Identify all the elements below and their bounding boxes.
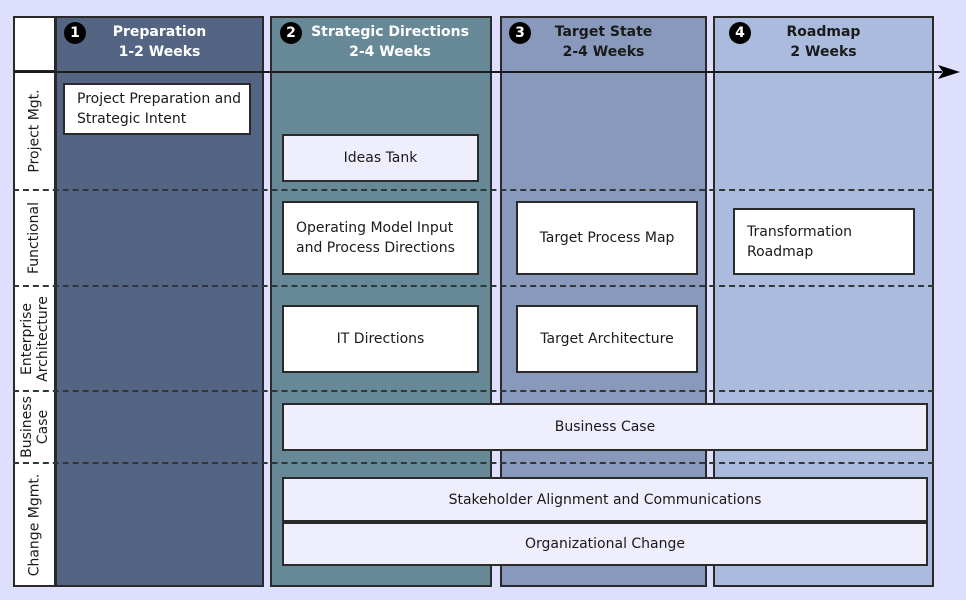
row-label-change-mgmt: Change Mgmt. — [26, 473, 43, 576]
deliverable-it-directions: IT Directions — [282, 305, 479, 373]
row-divider — [13, 462, 934, 464]
deliverable-project-preparation: Project Preparation and Strategic Intent — [63, 83, 251, 135]
row-divider — [13, 285, 934, 287]
arrow-right-icon — [14, 65, 960, 79]
phase-3-name: Target State — [554, 24, 653, 40]
phase-2-duration: 2-4 Weeks — [349, 44, 431, 60]
phase-2-name: Strategic Directions — [311, 24, 469, 40]
row-label-business-case: Business Case — [18, 396, 51, 458]
row-divider — [13, 189, 934, 191]
deliverable-target-process-map: Target Process Map — [516, 201, 698, 275]
deliverable-stakeholder-alignment: Stakeholder Alignment and Communications — [282, 477, 928, 522]
deliverable-business-case: Business Case — [282, 403, 928, 451]
deliverable-target-architecture: Target Architecture — [516, 305, 698, 373]
phase-3-duration: 2-4 Weeks — [562, 44, 645, 60]
phase-1-name: Preparation — [112, 24, 207, 40]
deliverable-transformation-roadmap: Transformation Roadmap — [733, 208, 915, 275]
phase-1-duration: 1-2 Weeks — [118, 44, 201, 60]
deliverable-ideas-tank: Ideas Tank — [282, 134, 479, 182]
deliverable-organizational-change: Organizational Change — [282, 522, 928, 566]
row-label-enterprise-architecture: Enterprise Architecture — [18, 295, 51, 382]
row-label-functional: Functional — [26, 201, 43, 275]
deliverable-operating-model: Operating Model Input and Process Direct… — [282, 201, 479, 275]
phase-4-name: Roadmap — [786, 24, 861, 40]
phase-4-duration: 2 Weeks — [790, 44, 857, 60]
row-divider — [13, 390, 934, 392]
row-label-project-mgt: Project Mgt. — [26, 89, 43, 173]
